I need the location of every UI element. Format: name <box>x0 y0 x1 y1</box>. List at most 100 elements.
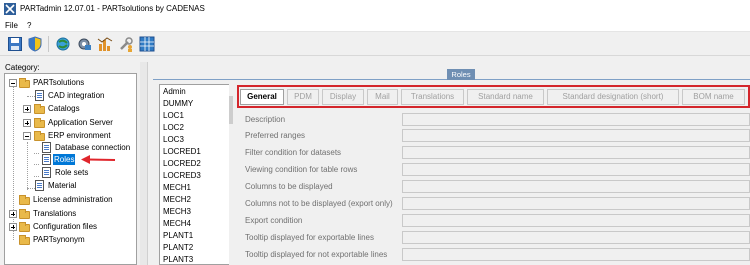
tree-item-label: Role sets <box>55 168 89 177</box>
filter-condition-field[interactable] <box>402 146 750 159</box>
tree-item-label: Catalogs <box>48 104 80 113</box>
menu-bar <box>0 18 750 32</box>
tab-standard-name[interactable]: Standard name <box>467 89 544 105</box>
menu-file[interactable]: File <box>5 21 18 30</box>
folder-icon <box>19 222 30 232</box>
tree-item-material[interactable]: Material <box>5 180 135 192</box>
folder-icon <box>34 104 45 114</box>
field-label-description: Description <box>245 115 286 124</box>
field-label-tooltip-exportable: Tooltip displayed for exportable lines <box>245 233 374 242</box>
tab-standard-designation-short[interactable]: Standard designation (short) <box>547 89 679 105</box>
role-item-locred1[interactable]: LOCRED1 <box>163 147 201 156</box>
field-label-filter-condition: Filter condition for datasets <box>245 148 342 157</box>
tree-item-cad-integration[interactable]: CAD integration <box>5 90 135 102</box>
tab-bom-name[interactable]: BOM name <box>682 89 745 105</box>
role-item-mech3[interactable]: MECH3 <box>163 207 191 216</box>
document-icon <box>35 180 44 191</box>
tooltip-not-exportable-field[interactable] <box>402 248 750 261</box>
document-icon <box>42 167 51 178</box>
field-label-viewing-condition: Viewing condition for table rows <box>245 165 358 174</box>
globe-refresh-icon[interactable] <box>55 36 71 52</box>
tree-item-application-server[interactable]: Application Server <box>5 117 135 129</box>
tree-item-catalogs[interactable]: Catalogs <box>5 103 135 115</box>
document-icon <box>42 154 51 165</box>
category-label: Category: <box>5 63 40 72</box>
collapse-toggle[interactable] <box>23 132 31 140</box>
tree-item-configuration-files[interactable]: Configuration files <box>5 221 135 233</box>
tree-item-label: Application Server <box>48 118 113 127</box>
folder-icon <box>34 118 45 128</box>
role-item-loc3[interactable]: LOC3 <box>163 135 184 144</box>
role-item-dummy[interactable]: DUMMY <box>163 99 193 108</box>
role-item-plant3[interactable]: PLANT3 <box>163 255 193 264</box>
panel-splitter[interactable] <box>140 62 148 265</box>
tree-item-label: Roles <box>53 154 76 165</box>
role-item-locred3[interactable]: LOCRED3 <box>163 171 201 180</box>
columns-not-displayed-field[interactable] <box>402 197 750 210</box>
grid-table-icon[interactable] <box>139 36 155 52</box>
field-label-columns-not-displayed: Columns not to be displayed (export only… <box>245 199 393 208</box>
menu-help[interactable]: ? <box>27 21 31 30</box>
folder-icon <box>19 235 30 245</box>
tree-item-label: License administration <box>33 195 113 204</box>
window-title: PARTadmin 12.07.01 - PARTsolutions by CA… <box>20 4 205 13</box>
viewing-condition-field[interactable] <box>402 163 750 176</box>
role-item-loc1[interactable]: LOC1 <box>163 111 184 120</box>
export-condition-field[interactable] <box>402 214 750 227</box>
tree-item-license-administration[interactable]: License administration <box>5 194 135 206</box>
role-item-mech2[interactable]: MECH2 <box>163 195 191 204</box>
description-field[interactable] <box>402 113 750 126</box>
role-item-plant1[interactable]: PLANT1 <box>163 231 193 240</box>
app-icon <box>4 3 16 15</box>
chart-icon[interactable] <box>97 36 113 52</box>
role-item-admin[interactable]: Admin <box>163 87 186 96</box>
folder-icon <box>19 195 30 205</box>
tree-item-label: Material <box>48 181 77 190</box>
role-item-loc2[interactable]: LOC2 <box>163 123 184 132</box>
tree-item-erp-environment[interactable]: ERP environment <box>5 130 135 142</box>
tree-item-label: ERP environment <box>48 131 111 140</box>
expand-toggle[interactable] <box>23 119 31 127</box>
folder-icon <box>19 209 30 219</box>
tree-item-partsolutions[interactable]: PARTsolutions <box>5 77 135 89</box>
tree-item-label: Database connection <box>55 143 131 152</box>
tab-translations[interactable]: Translations <box>401 89 464 105</box>
tooltip-exportable-field[interactable] <box>402 231 750 244</box>
annotation-arrow <box>81 155 116 164</box>
folder-icon <box>34 131 45 141</box>
role-item-mech4[interactable]: MECH4 <box>163 219 191 228</box>
field-label-preferred-ranges: Preferred ranges <box>245 131 306 140</box>
tree-item-database-connection[interactable]: Database connection <box>5 142 135 154</box>
field-label-columns-displayed: Columns to be displayed <box>245 182 333 191</box>
expand-toggle[interactable] <box>9 210 17 218</box>
tree-item-role-sets[interactable]: Role sets <box>5 167 135 179</box>
tree-item-translations[interactable]: Translations <box>5 208 135 220</box>
tools-person-icon[interactable] <box>118 36 134 52</box>
save-icon[interactable] <box>7 36 23 52</box>
scrollbar-thumb[interactable] <box>229 96 233 124</box>
tab-pdm[interactable]: PDM <box>287 89 319 105</box>
collapse-toggle[interactable] <box>9 79 17 87</box>
tab-display[interactable]: Display <box>322 89 364 105</box>
folder-icon <box>19 78 30 88</box>
tree-item-label: Configuration files <box>33 222 98 231</box>
document-icon <box>42 142 51 153</box>
tab-general[interactable]: General <box>240 89 284 105</box>
role-item-mech1[interactable]: MECH1 <box>163 183 191 192</box>
category-tree[interactable]: PARTsolutions CAD integration Catalogs A… <box>4 73 137 265</box>
role-item-plant2[interactable]: PLANT2 <box>163 243 193 252</box>
tab-mail[interactable]: Mail <box>367 89 398 105</box>
field-label-export-condition: Export condition <box>245 216 303 225</box>
shield-icon[interactable] <box>27 36 43 52</box>
role-item-locred2[interactable]: LOCRED2 <box>163 159 201 168</box>
tree-item-label: CAD integration <box>48 91 105 100</box>
preferred-ranges-field[interactable] <box>402 129 750 142</box>
expand-toggle[interactable] <box>23 105 31 113</box>
document-icon <box>35 90 44 101</box>
roles-list[interactable]: Admin DUMMY LOC1 LOC2 LOC3 LOCRED1 LOCRE… <box>159 84 230 265</box>
expand-toggle[interactable] <box>9 223 17 231</box>
toolbar-separator <box>48 36 49 52</box>
tree-item-partsynonym[interactable]: PARTsynonym <box>5 234 135 246</box>
columns-displayed-field[interactable] <box>402 180 750 193</box>
gear-tools-icon[interactable] <box>76 36 92 52</box>
